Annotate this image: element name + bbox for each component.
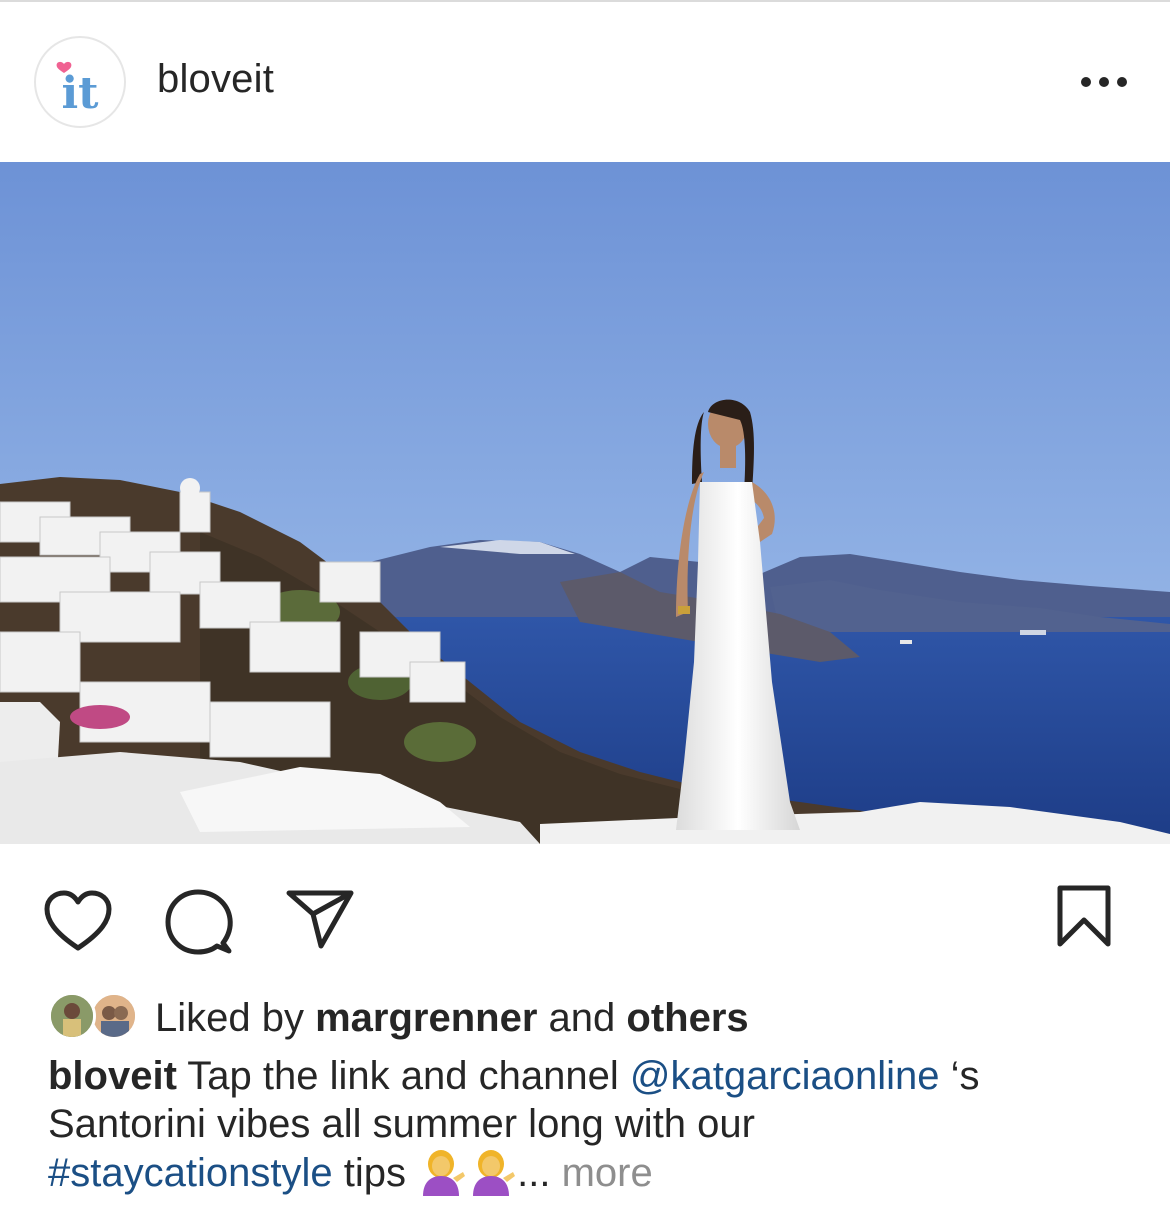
post-photo[interactable] [0,162,1170,844]
likes-others[interactable]: others [626,996,748,1040]
caption-text: Tap the link and channel [187,1054,619,1098]
post-caption: bloveit Tap the link and channel @katgar… [48,1052,1138,1196]
caption-hashtag-link[interactable]: #staycationstyle [48,1151,333,1195]
post-username[interactable]: bloveit [157,57,274,102]
liker-username[interactable]: margrenner [315,996,537,1040]
caption-text: Santorini vibes all summer long with our [48,1102,755,1146]
more-horizontal-icon [1081,77,1127,87]
likes-prefix: Liked by [155,996,304,1040]
profile-avatar[interactable]: it [34,36,126,128]
more-options-button[interactable] [1072,62,1136,102]
bookmark-icon [1057,885,1111,947]
heart-icon [44,890,112,951]
santorini-photo [0,162,1170,844]
comment-icon [165,889,233,955]
likes-text[interactable]: Liked by margrenner and others [155,996,749,1041]
share-button[interactable] [285,888,357,952]
action-bar [0,844,1170,974]
likes-row[interactable]: Liked by margrenner and others [48,988,1148,1048]
liker-avatar [90,992,138,1040]
liker-avatar [48,992,96,1040]
caption-text: tips [343,1151,406,1195]
comment-button[interactable] [163,887,235,959]
save-button[interactable] [1054,884,1114,948]
caption-more-link[interactable]: more [562,1151,653,1195]
post-header: it bloveit [0,2,1170,162]
caption-ellipsis: ... [517,1151,551,1195]
likes-conjunction: and [548,996,616,1040]
send-icon [286,890,354,949]
caption-text: ‘s [950,1054,980,1098]
bloveit-logo: it [56,61,99,119]
caption-username[interactable]: bloveit [48,1054,177,1098]
woman-tipping-hand-emoji [467,1148,517,1196]
like-button[interactable] [42,890,114,954]
caption-mention-link[interactable]: @katgarciaonline [630,1054,940,1098]
woman-tipping-hand-emoji [417,1148,467,1196]
svg-text:it: it [61,68,99,119]
